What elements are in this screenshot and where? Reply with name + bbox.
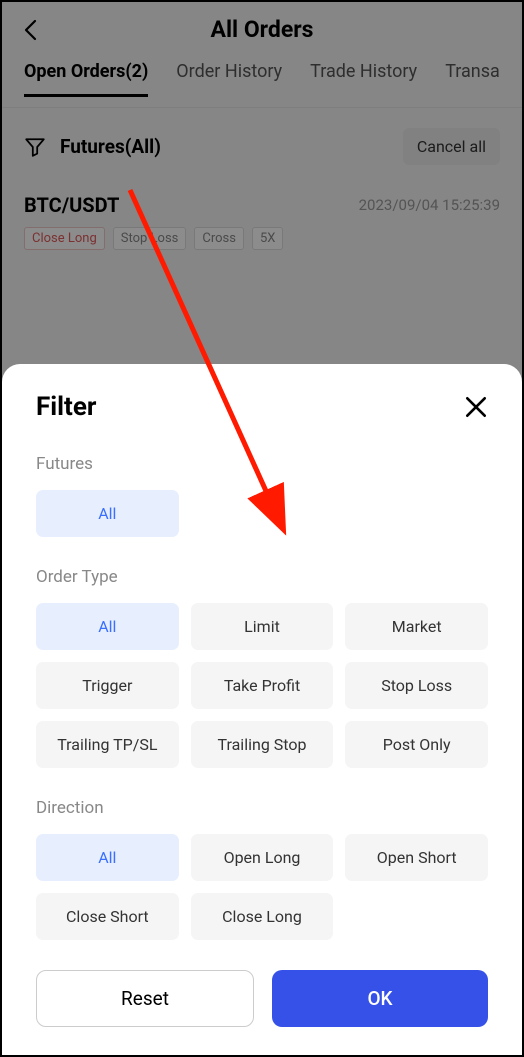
direction-section-label: Direction bbox=[36, 798, 488, 818]
close-icon[interactable] bbox=[464, 395, 488, 419]
sheet-title: Filter bbox=[36, 392, 96, 422]
futures-chip-all[interactable]: All bbox=[36, 490, 179, 537]
reset-button[interactable]: Reset bbox=[36, 970, 254, 1027]
order-type-chip-all[interactable]: All bbox=[36, 603, 179, 650]
sheet-footer: Reset OK bbox=[36, 970, 488, 1027]
direction-chip-close-long[interactable]: Close Long bbox=[191, 893, 334, 940]
direction-chip-open-short[interactable]: Open Short bbox=[345, 834, 488, 881]
ok-button[interactable]: OK bbox=[272, 970, 488, 1027]
order-type-chip-trailing-stop[interactable]: Trailing Stop bbox=[191, 721, 334, 768]
order-type-section-label: Order Type bbox=[36, 567, 488, 587]
order-type-chip-stop-loss[interactable]: Stop Loss bbox=[345, 662, 488, 709]
futures-section-label: Futures bbox=[36, 454, 488, 474]
filter-sheet: Filter Futures All Order Type All Limit … bbox=[2, 364, 522, 1055]
order-type-chip-take-profit[interactable]: Take Profit bbox=[191, 662, 334, 709]
direction-grid: All Open Long Open Short Close Short Clo… bbox=[36, 834, 488, 940]
direction-chip-all[interactable]: All bbox=[36, 834, 179, 881]
order-type-chip-trailing-tpsl[interactable]: Trailing TP/SL bbox=[36, 721, 179, 768]
order-type-chip-limit[interactable]: Limit bbox=[191, 603, 334, 650]
order-type-chip-post-only[interactable]: Post Only bbox=[345, 721, 488, 768]
direction-chip-open-long[interactable]: Open Long bbox=[191, 834, 334, 881]
order-type-chip-trigger[interactable]: Trigger bbox=[36, 662, 179, 709]
direction-chip-close-short[interactable]: Close Short bbox=[36, 893, 179, 940]
order-type-chip-market[interactable]: Market bbox=[345, 603, 488, 650]
order-type-grid: All Limit Market Trigger Take Profit Sto… bbox=[36, 603, 488, 768]
